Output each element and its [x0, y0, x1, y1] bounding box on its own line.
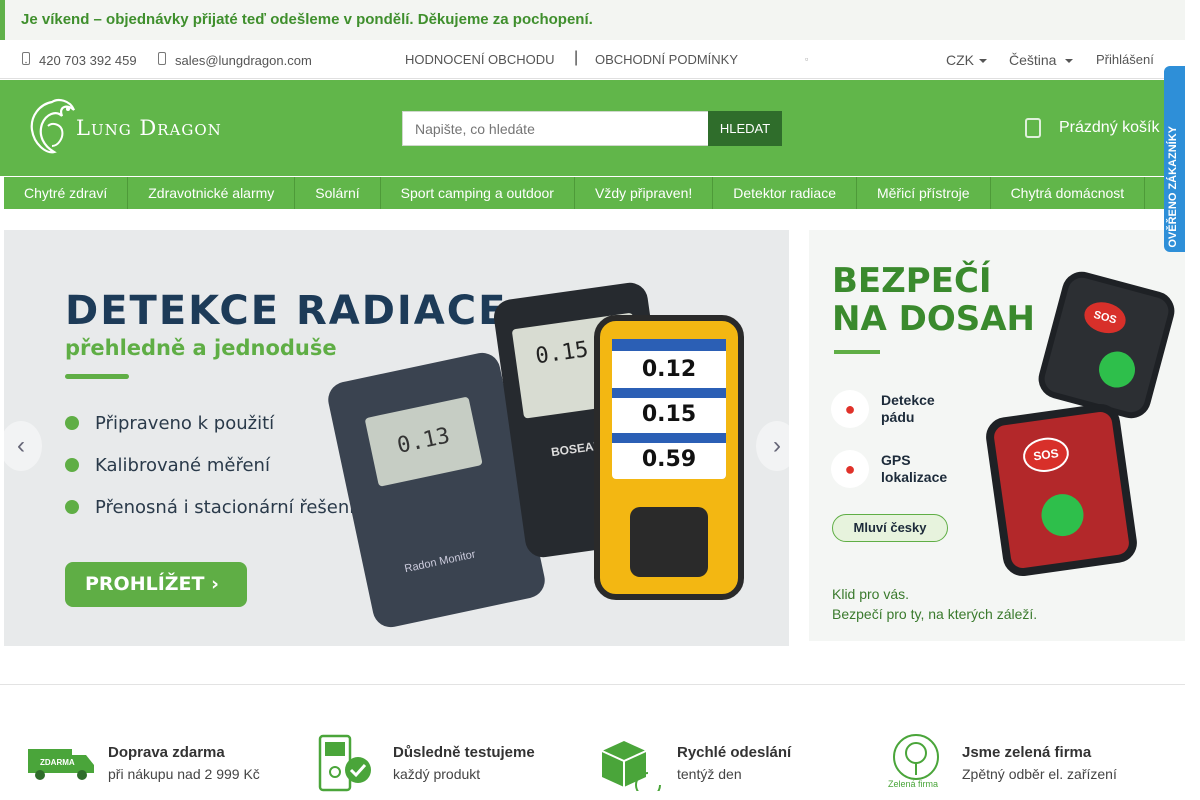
- nav-item-sport-camping-outdoor[interactable]: Sport camping a outdoor: [381, 177, 575, 209]
- monitor-label: Radon Monitor: [403, 548, 477, 576]
- email-address: sales@lungdragon.com: [175, 53, 312, 68]
- language-chevron-down-icon: [1065, 59, 1074, 64]
- slide-bullet: Kalibrované měření: [65, 455, 270, 476]
- bullet-dot-icon: [65, 500, 79, 514]
- green-tree-icon: Zelená firma: [888, 734, 939, 789]
- feature-desc: každý produkt: [393, 766, 481, 782]
- phone-number: 420 703 392 459: [39, 53, 137, 68]
- hero-slider[interactable]: DETEKCE RADIACE přehledně a jednoduše Př…: [4, 230, 789, 646]
- banner-accent-bar: [834, 350, 880, 354]
- email-contact[interactable]: sales@lungdragon.com: [158, 52, 312, 68]
- phone-icon: [22, 52, 30, 68]
- slider-next-arrow-icon[interactable]: ›: [756, 421, 798, 471]
- currency-selector[interactable]: CZK: [946, 52, 987, 68]
- slide-subtitle: přehledně a jednoduše: [65, 336, 337, 360]
- banner-feature-gps: ● GPS lokalizace: [831, 450, 947, 488]
- nav-item-smart-home[interactable]: Chytrá domácnost: [991, 177, 1146, 209]
- topbar-misc-icon: ▫: [805, 54, 809, 64]
- weekend-notice-text: Je víkend – objednávky přijaté teď odešl…: [21, 11, 593, 28]
- gps-pin-icon: ●: [831, 450, 869, 488]
- site-header: Lung Dragon HLEDAT Prázdný košík: [0, 80, 1185, 176]
- bullet-dot-icon: [65, 458, 79, 472]
- fast-package-icon: [601, 741, 661, 791]
- feature-desc: při nákupu nad 2 999 Kč: [108, 766, 260, 782]
- browse-button[interactable]: PROHLÍŽET ›: [65, 562, 247, 607]
- banner-feature-fall-detection: ● Detekce pádu: [831, 390, 935, 428]
- slide-bullet: Přenosná i stacionární řešení: [65, 497, 354, 518]
- nav-item-smart-health[interactable]: Chytré zdraví: [4, 177, 129, 209]
- login-link[interactable]: Přihlášení: [1096, 52, 1154, 67]
- nav-item-solar[interactable]: Solární: [295, 177, 381, 209]
- currency-chevron-down-icon: [979, 59, 987, 64]
- link-shop-rating[interactable]: HODNOCENÍ OBCHODU: [405, 52, 555, 67]
- cart-icon: [1025, 118, 1041, 138]
- cart-link[interactable]: Prázdný košík: [1025, 118, 1159, 138]
- slider-prev-arrow-icon[interactable]: ‹: [0, 421, 42, 471]
- section-divider: [0, 684, 1185, 685]
- banner-footer-text: Klid pro vás. Bezpečí pro ty, na kterých…: [832, 586, 1038, 622]
- cart-label: Prázdný košík: [1059, 119, 1160, 137]
- banner-title: BEZPEČÍ NA DOSAH: [832, 261, 1035, 339]
- feature-desc: Zpětný odběr el. zařízení: [962, 766, 1117, 782]
- dragon-logo-icon: [30, 99, 76, 154]
- weekend-notice-bar: Je víkend – objednávky přijaté teď odešl…: [0, 0, 1185, 40]
- feature-title: Důsledně testujeme: [393, 744, 535, 761]
- nav-item-always-ready[interactable]: Vždy připraven!: [575, 177, 714, 209]
- safety-banner[interactable]: BEZPEČÍ NA DOSAH ● Detekce pádu ● GPS lokali…: [809, 230, 1185, 641]
- search-input[interactable]: [402, 111, 709, 146]
- verified-by-customers-badge[interactable]: OVĚŘENO ZÁKAZNÍKY: [1164, 66, 1185, 252]
- speaks-czech-pill: Mluví česky: [832, 514, 948, 542]
- slide-bullet: Připraveno k použití: [65, 413, 274, 434]
- svg-text:Zelená firma: Zelená firma: [888, 779, 938, 789]
- phone-contact[interactable]: 420 703 392 459: [22, 52, 137, 68]
- tested-device-icon: [318, 734, 371, 792]
- search-button[interactable]: HLEDAT: [708, 111, 782, 146]
- slide-title: DETEKCE RADIACE: [65, 288, 508, 334]
- reading-average: 0.15: [641, 402, 697, 427]
- badge-text: OVĚŘENO ZÁKAZNÍKY: [1167, 126, 1179, 248]
- top-bar: 420 703 392 459 sales@lungdragon.com HOD…: [0, 40, 1185, 79]
- logo[interactable]: Lung Dragon: [22, 96, 222, 158]
- smartwatch-image-1: SOS: [1034, 267, 1179, 423]
- nav-item-radiation-detector[interactable]: Detektor radiace: [713, 177, 857, 209]
- currency-value: CZK: [946, 52, 974, 68]
- nav-item-measuring-devices[interactable]: Měřicí přístroje: [857, 177, 991, 209]
- smartwatch-image-2: SOS: [983, 401, 1140, 579]
- logo-text: Lung Dragon: [76, 116, 222, 140]
- bullet-dot-icon: [65, 416, 79, 430]
- link-terms[interactable]: OBCHODNÍ PODMÍNKY: [595, 52, 738, 67]
- reading-realtime: 0.12: [641, 357, 697, 382]
- language-selector[interactable]: Čeština: [1009, 52, 1074, 68]
- email-icon: [158, 52, 166, 68]
- fall-detection-icon: ●: [831, 390, 869, 428]
- svg-text:ZDARMA: ZDARMA: [40, 758, 75, 767]
- feature-title: Jsme zelená firma: [962, 744, 1092, 761]
- yellow-detector-image: 0.12 0.15 0.59: [594, 315, 744, 600]
- feature-title: Rychlé odeslání: [677, 744, 792, 761]
- main-nav: Chytré zdraví Zdravotnické alarmy Solárn…: [4, 177, 1185, 209]
- slide-accent-bar: [65, 374, 129, 379]
- topbar-separator: |: [574, 49, 579, 66]
- reading-total: 0.59: [641, 447, 697, 472]
- feature-title: Doprava zdarma: [108, 744, 225, 761]
- nav-item-medical-alarms[interactable]: Zdravotnické alarmy: [128, 177, 296, 209]
- feature-desc: tentýž den: [677, 766, 742, 782]
- language-value: Čeština: [1009, 52, 1057, 68]
- truck-icon: ZDARMA: [28, 749, 94, 780]
